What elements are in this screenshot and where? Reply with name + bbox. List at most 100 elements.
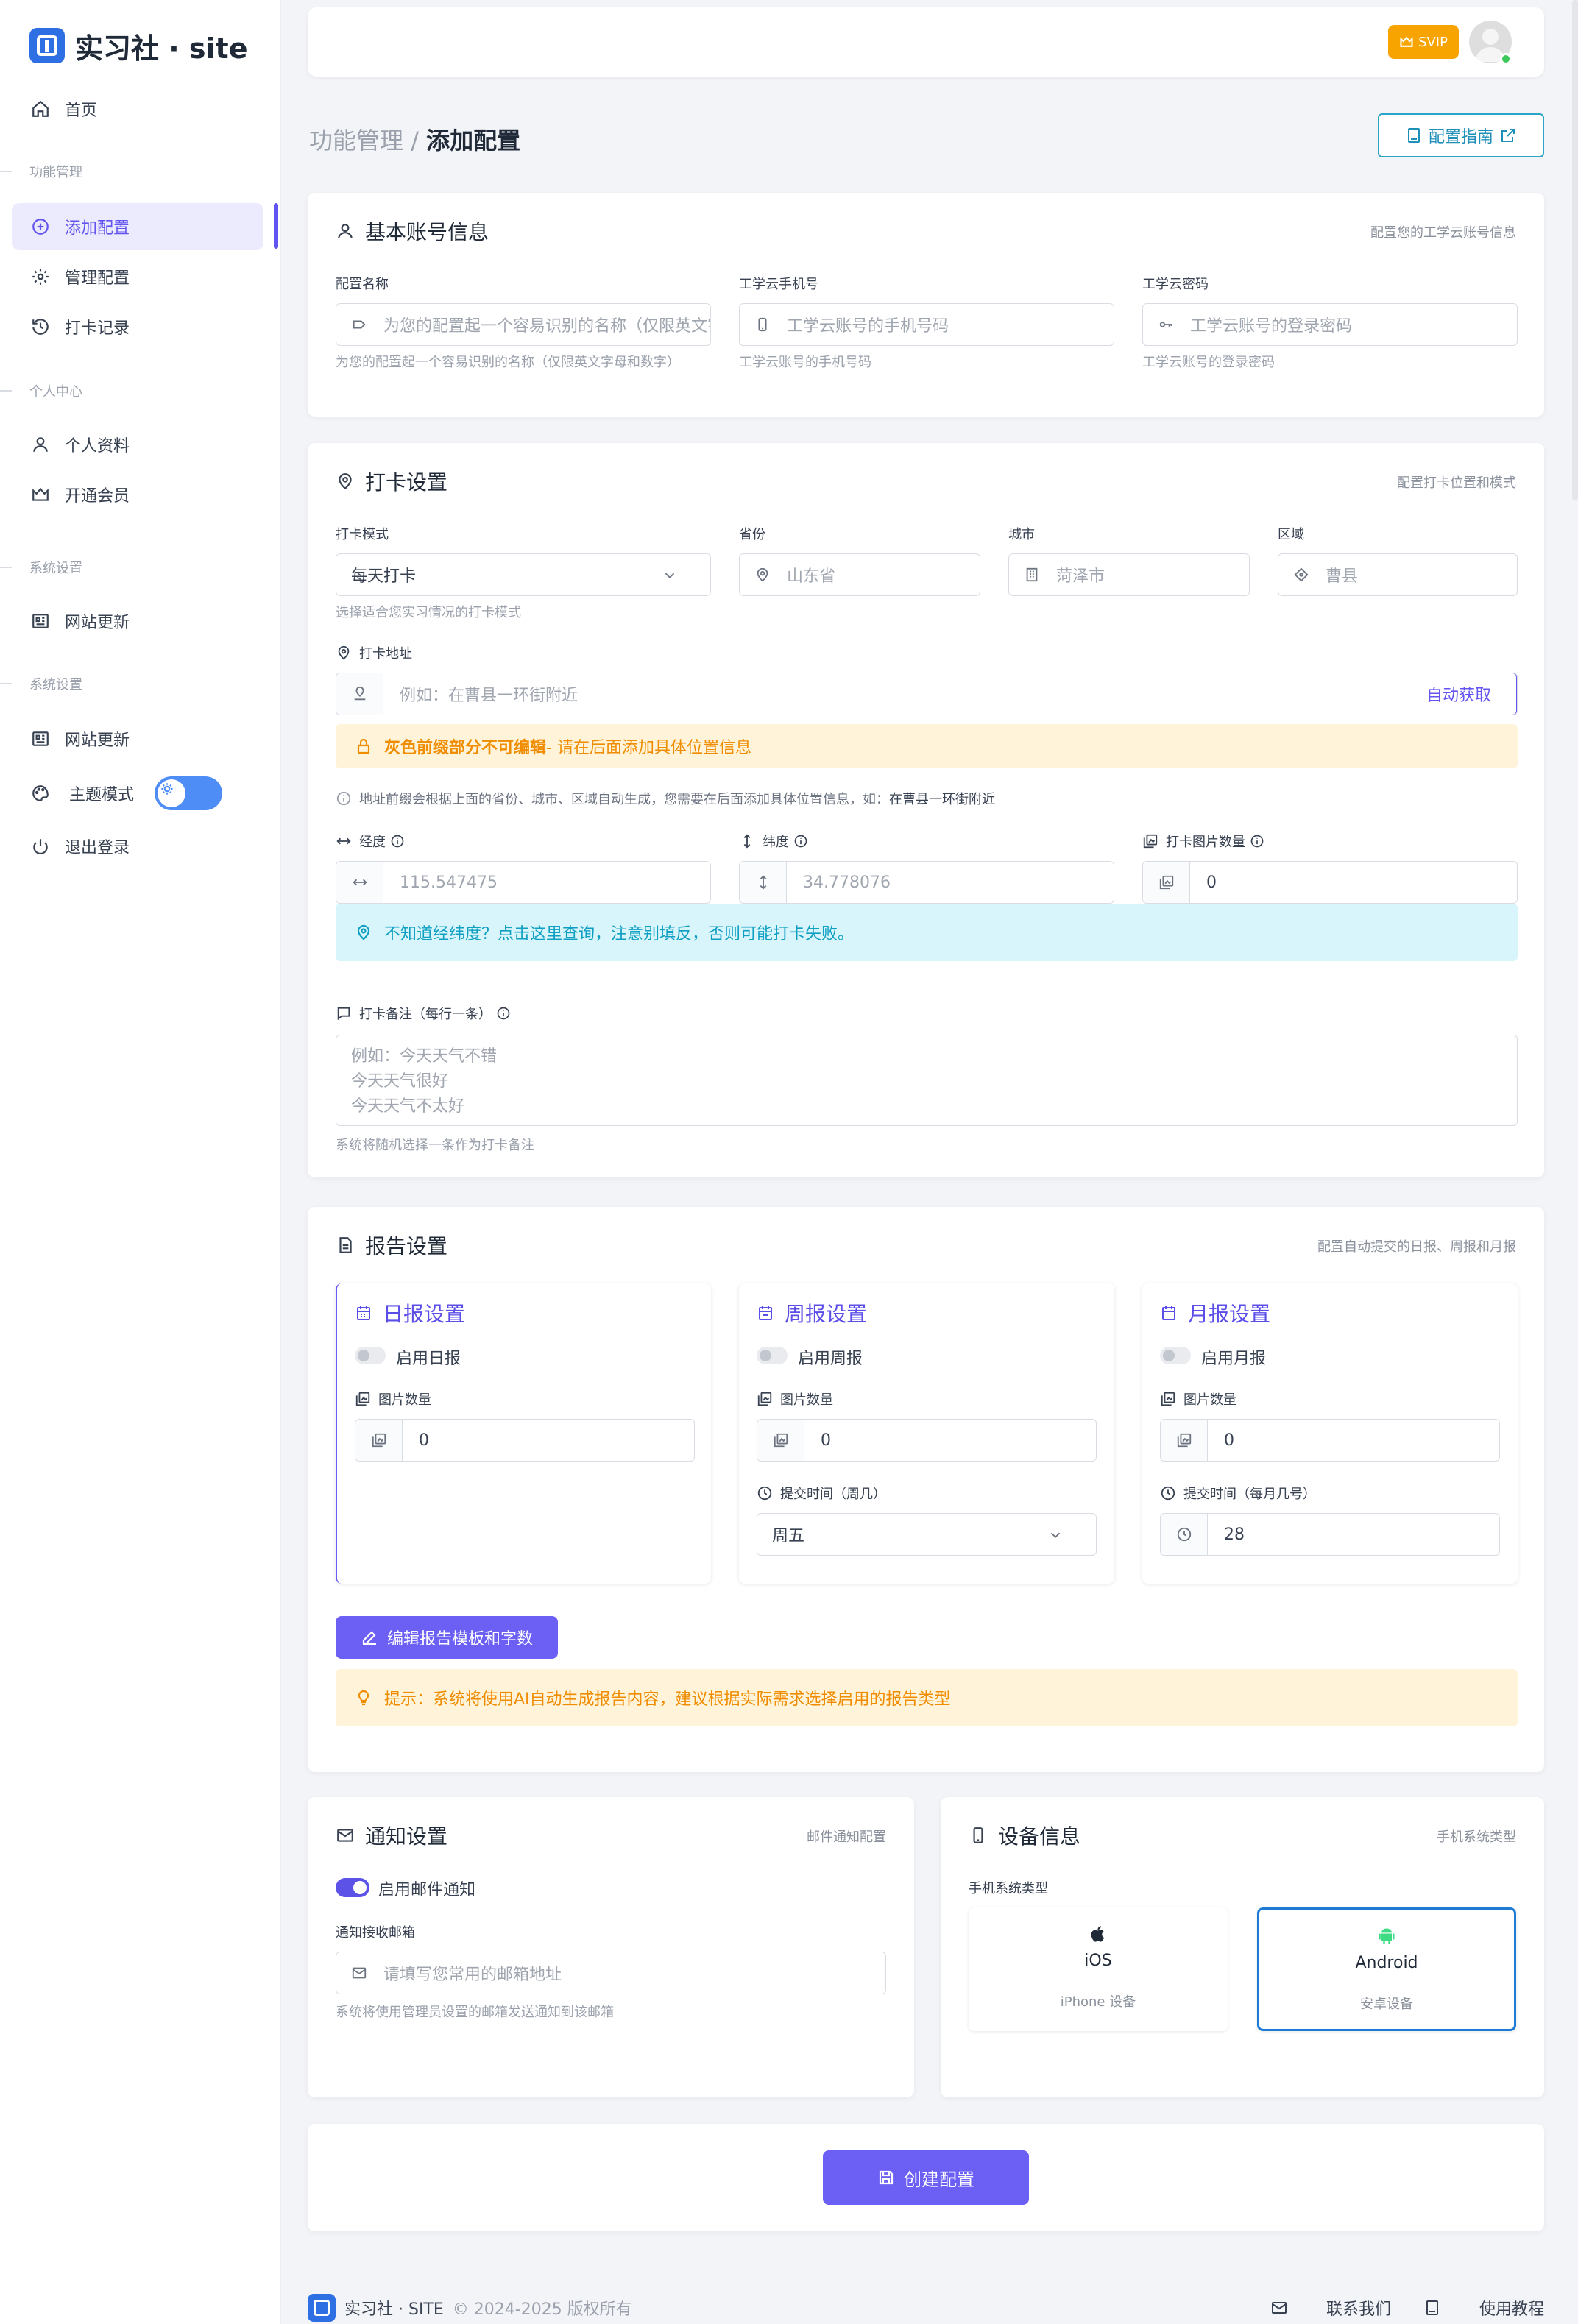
- sun-icon: [158, 779, 186, 807]
- password-input[interactable]: 工学云账号的登录密码: [1142, 303, 1518, 346]
- mode-label: 打卡模式: [336, 527, 389, 542]
- email-hint: 系统将使用管理员设置的邮箱发送通知到该邮箱: [336, 2005, 614, 2020]
- book-icon: [1426, 2300, 1438, 2315]
- sidebar-item-home[interactable]: 首页: [12, 85, 263, 132]
- news-icon: [32, 614, 49, 628]
- latitude-input[interactable]: 34.778076: [739, 861, 1114, 904]
- password-hint: 工学云账号的登录密码: [1142, 355, 1275, 370]
- notify-card-title: 通知设置: [336, 1821, 447, 1850]
- footer-brand[interactable]: 实习社 · SITE: [344, 2296, 444, 2320]
- remark-textarea[interactable]: 例如：今天天气不错 今天天气很好 今天天气不太好: [336, 1035, 1518, 1126]
- mode-select[interactable]: 每天打卡: [336, 553, 711, 596]
- calendar-icon: [357, 1306, 370, 1320]
- monthly-submit-date-input[interactable]: 28: [1160, 1513, 1500, 1556]
- online-status-dot: [1500, 53, 1512, 65]
- address-prefix: [336, 673, 383, 715]
- key-icon: [1159, 322, 1172, 327]
- location-pin-icon: [757, 567, 768, 582]
- device-card-title: 设备信息: [969, 1821, 1080, 1850]
- auto-locate-button[interactable]: 自动获取: [1401, 673, 1517, 715]
- email-input[interactable]: 请填写您常用的邮箱地址: [336, 1952, 886, 1994]
- daily-report-toggle[interactable]: [355, 1347, 386, 1364]
- daily-image-count-input[interactable]: 0: [355, 1419, 695, 1462]
- remark-label: 打卡备注（每行一条）: [336, 1004, 511, 1023]
- weekly-image-count-input[interactable]: 0: [757, 1419, 1097, 1462]
- page-title: 添加配置: [426, 127, 521, 155]
- monthly-report-card: 月报设置 启用月报 图片数量 0 提交时间（每月几号） 28: [1142, 1283, 1518, 1584]
- address-input[interactable]: 例如：在曹县一环街附近 自动获取: [336, 673, 1518, 715]
- weekly-image-count-label: 图片数量: [757, 1389, 833, 1409]
- config-name-input[interactable]: 为您的配置起一个容易识别的名称（仅限英文字母和数字）: [336, 303, 711, 346]
- phone-input[interactable]: 工学云账号的手机号码: [739, 303, 1114, 346]
- checkin-image-count-input[interactable]: 0: [1142, 861, 1518, 904]
- images-icon: [774, 1433, 788, 1448]
- report-card-subtitle: 配置自动提交的日报、周报和月报: [1317, 1239, 1516, 1255]
- config-guide-button[interactable]: 配置指南: [1378, 113, 1544, 157]
- info-circle-icon[interactable]: [496, 1006, 511, 1021]
- checkin-card-title: 打卡设置: [336, 467, 447, 496]
- images-icon: [757, 1392, 772, 1406]
- theme-toggle[interactable]: [155, 776, 223, 810]
- calendar-week-icon: [759, 1306, 772, 1320]
- mail-icon: [1271, 2302, 1287, 2314]
- plus-circle-icon: [32, 219, 49, 235]
- sidebar-item-label: 个人资料: [65, 437, 130, 456]
- lock-icon: [357, 738, 370, 754]
- monthly-image-count-input[interactable]: 0: [1160, 1419, 1500, 1462]
- clock-icon: [1161, 1486, 1175, 1501]
- sidebar-item-theme-mode: 主题模式: [12, 770, 263, 817]
- email-notify-toggle[interactable]: [336, 1878, 369, 1897]
- daily-report-toggle-label: 启用日报: [396, 1350, 461, 1368]
- sidebar-item-checkin-records[interactable]: 打卡记录: [12, 303, 263, 350]
- weekly-submit-day-select[interactable]: 周五: [757, 1513, 1097, 1556]
- sidebar-item-label: 网站更新: [65, 731, 130, 750]
- latitude-label: 纬度: [739, 832, 808, 851]
- monthly-report-toggle[interactable]: [1160, 1347, 1191, 1364]
- device-option-android[interactable]: Android 安卓设备: [1257, 1907, 1516, 2031]
- location-pin-icon: [339, 473, 352, 490]
- city-input: 菏泽市: [1008, 553, 1250, 596]
- info-circle-icon[interactable]: [390, 834, 405, 849]
- clock-icon: [757, 1486, 772, 1501]
- device-card-subtitle: 手机系统类型: [1437, 1829, 1516, 1845]
- info-circle-icon[interactable]: [1250, 834, 1264, 849]
- monthly-report-toggle-label: 启用月报: [1201, 1350, 1267, 1368]
- save-icon: [879, 2170, 894, 2185]
- contact-link[interactable]: 联系我们: [1270, 2296, 1391, 2320]
- edit-report-template-button[interactable]: 编辑报告模板和字数: [336, 1616, 558, 1659]
- province-label: 省份: [739, 527, 765, 542]
- svip-badge[interactable]: SVIP: [1388, 25, 1459, 59]
- power-icon: [33, 839, 48, 854]
- android-icon: [1379, 1928, 1395, 1944]
- tutorial-link[interactable]: 使用教程: [1423, 2296, 1544, 2320]
- arrows-horizontal-icon: [352, 879, 367, 886]
- daily-report-title: 日报设置: [355, 1298, 465, 1328]
- longitude-input[interactable]: 115.547475: [336, 861, 711, 904]
- compass-icon: [1294, 567, 1309, 582]
- palette-icon: [32, 785, 49, 801]
- lnglat-lookup-tip[interactable]: 不知道经纬度？点击这里查询，注意别填反，否则可能打卡失败。: [336, 904, 1518, 961]
- sidebar-item-site-updates-2[interactable]: 网站更新: [12, 715, 263, 762]
- lightbulb-icon: [358, 1690, 369, 1706]
- sidebar-item-profile[interactable]: 个人资料: [12, 421, 263, 468]
- sidebar-item-manage-config[interactable]: 管理配置: [12, 253, 263, 300]
- page-scrollbar[interactable]: [1572, 0, 1578, 500]
- breadcrumb-parent[interactable]: 功能管理: [309, 127, 403, 155]
- checkin-card-subtitle: 配置打卡位置和模式: [1397, 475, 1516, 491]
- footer-copyright: © 2024-2025 版权所有: [452, 2300, 632, 2319]
- daily-report-card: 日报设置 启用日报 图片数量 0: [336, 1283, 711, 1584]
- notify-card-subtitle: 邮件通知配置: [807, 1829, 886, 1845]
- sidebar-item-site-updates[interactable]: 网站更新: [12, 598, 263, 645]
- info-circle-icon[interactable]: [793, 834, 808, 849]
- checkin-image-count-label: 打卡图片数量: [1142, 832, 1264, 851]
- sidebar-item-membership[interactable]: 开通会员: [12, 471, 263, 518]
- sidebar-item-add-config[interactable]: 添加配置: [12, 203, 263, 250]
- create-config-button[interactable]: 创建配置: [823, 2150, 1029, 2205]
- remark-hint: 系统将随机选择一条作为打卡备注: [336, 1138, 534, 1153]
- images-icon: [1161, 1392, 1175, 1406]
- weekly-report-toggle[interactable]: [757, 1347, 788, 1364]
- address-note: 地址前缀会根据上面的省份、城市、区域自动生成，您需要在后面添加具体位置信息，如：…: [336, 789, 995, 808]
- brand-logo[interactable]: 实习社 · site: [29, 25, 247, 66]
- device-option-ios[interactable]: iOS iPhone 设备: [969, 1907, 1228, 2031]
- sidebar-item-logout[interactable]: 退出登录: [12, 823, 263, 870]
